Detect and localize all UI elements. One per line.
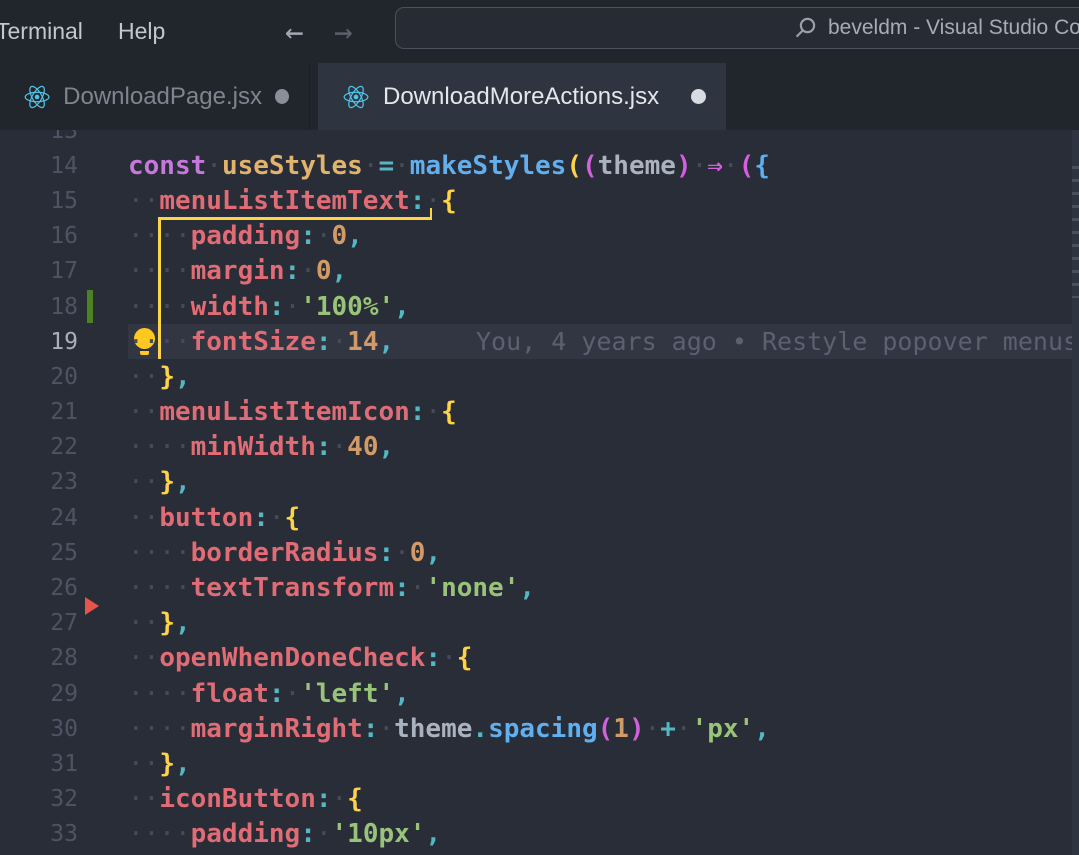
- line-number[interactable]: 25: [0, 535, 78, 570]
- tab-label: DownloadPage.jsx: [63, 83, 262, 111]
- code-text: ··openWhenDoneCheck:·{: [128, 641, 472, 676]
- code-text: ····borderRadius:·0,: [128, 535, 441, 570]
- code-line[interactable]: 29 ····float:·'left',: [0, 676, 1079, 711]
- code-line[interactable]: 14 const·useStyles·=·makeStyles((theme)·⇒…: [0, 148, 1079, 183]
- code-line[interactable]: 24 ··button:·{: [0, 500, 1079, 535]
- code-text: ····padding:·'10px',: [128, 817, 441, 852]
- code-text: const·useStyles·=·makeStyles((theme)·⇒·(…: [128, 148, 770, 183]
- code-text: ····float:·'left',: [128, 676, 410, 711]
- git-blame-annotation: You, 4 years ago • Restyle popover menus: [476, 324, 1078, 359]
- code-line[interactable]: 27 ··},: [0, 606, 1079, 641]
- code-text: ··button:·{: [128, 500, 300, 535]
- line-number[interactable]: 16: [0, 219, 78, 254]
- git-deleted-marker-icon[interactable]: [85, 597, 99, 615]
- code-text: ··},: [128, 606, 191, 641]
- code-line[interactable]: 22 ····minWidth:·40,: [0, 430, 1079, 465]
- search-text: beveldm - Visual Studio Code: [828, 16, 1079, 40]
- code-line[interactable]: 16 ····padding:·0,: [0, 219, 1079, 254]
- command-center-search[interactable]: beveldm - Visual Studio Code: [395, 7, 1079, 49]
- modified-dot-icon[interactable]: [691, 89, 706, 104]
- code-line[interactable]: 23 ··},: [0, 465, 1079, 500]
- minimap-marks: [1072, 166, 1079, 298]
- code-text: ····padding:·0,: [128, 219, 363, 254]
- code-line[interactable]: 32 ··iconButton:·{: [0, 782, 1079, 817]
- code-editor[interactable]: 1314 const·useStyles·=·makeStyles((theme)…: [0, 130, 1079, 855]
- git-added-gutter-bar: [87, 290, 93, 323]
- nav-forward-button[interactable]: →: [334, 0, 353, 63]
- code-line[interactable]: 26 ····textTransform:·'none',: [0, 570, 1079, 605]
- code-line[interactable]: 19 ····fontSize:·14, You, 4 years ago • Re…: [0, 324, 1079, 359]
- tab-downloadpage[interactable]: DownloadPage.jsx: [0, 63, 310, 130]
- line-number[interactable]: 31: [0, 746, 78, 781]
- code-content[interactable]: 1314 const·useStyles·=·makeStyles((theme)…: [0, 130, 1079, 852]
- code-text: ··},: [128, 359, 191, 394]
- code-text: ····margin:·0,: [128, 254, 347, 289]
- line-number[interactable]: 22: [0, 430, 78, 465]
- code-text: ····width:·'100%',: [128, 289, 410, 324]
- line-number[interactable]: 26: [0, 570, 78, 605]
- code-line[interactable]: 15 ··menuListItemText:·{: [0, 183, 1079, 218]
- line-number[interactable]: 20: [0, 359, 78, 394]
- bracket-guide-stub: [430, 208, 433, 219]
- modified-dot-icon[interactable]: [275, 89, 289, 104]
- bracket-guide-vertical: [158, 218, 161, 360]
- line-number[interactable]: 21: [0, 395, 78, 430]
- code-text: ··menuListItemText:·{: [128, 183, 457, 218]
- line-number[interactable]: 23: [0, 465, 78, 500]
- line-number[interactable]: 27: [0, 606, 78, 641]
- code-line[interactable]: 30 ····marginRight:·theme.spacing(1)·+·'p…: [0, 711, 1079, 746]
- menu-help[interactable]: Help: [108, 0, 175, 63]
- bracket-guide-horizontal: [158, 217, 432, 220]
- code-text: ····textTransform:·'none',: [128, 570, 535, 605]
- line-number[interactable]: 15: [0, 183, 78, 218]
- code-line[interactable]: 17 ····margin:·0,: [0, 254, 1079, 289]
- react-icon: [342, 84, 370, 110]
- line-number[interactable]: 33: [0, 817, 78, 852]
- code-line[interactable]: 13: [0, 130, 1079, 148]
- code-text: ··},: [128, 465, 191, 500]
- line-number[interactable]: 18: [0, 289, 78, 324]
- code-line[interactable]: 18 ····width:·'100%',: [0, 289, 1079, 324]
- code-text: ····fontSize:·14,: [128, 324, 394, 359]
- line-number[interactable]: 13: [0, 130, 78, 148]
- code-text: ····marginRight:·theme.spacing(1)·+·'px'…: [128, 711, 770, 746]
- line-number[interactable]: 24: [0, 500, 78, 535]
- line-number[interactable]: 29: [0, 676, 78, 711]
- menu-terminal[interactable]: Terminal: [0, 0, 93, 63]
- line-number[interactable]: 17: [0, 254, 78, 289]
- code-text: ··},: [128, 746, 191, 781]
- line-number[interactable]: 30: [0, 711, 78, 746]
- tabstrip: DownloadPage.jsx DownloadMoreActions.jsx: [0, 63, 1079, 130]
- code-line[interactable]: 28 ··openWhenDoneCheck:·{: [0, 641, 1079, 676]
- code-line[interactable]: 25 ····borderRadius:·0,: [0, 535, 1079, 570]
- vscode-window: { "window": { "menus": [ {"label": "Term…: [0, 0, 1079, 855]
- search-icon: [794, 16, 817, 39]
- tab-label: DownloadMoreActions.jsx: [383, 83, 659, 111]
- line-number[interactable]: 32: [0, 782, 78, 817]
- line-number[interactable]: 19: [0, 324, 78, 359]
- code-text: ··iconButton:·{: [128, 782, 363, 817]
- nav-back-button[interactable]: ←: [285, 0, 304, 63]
- tab-downloadmoreactions[interactable]: DownloadMoreActions.jsx: [318, 63, 726, 130]
- code-line[interactable]: 31 ··},: [0, 746, 1079, 781]
- line-number[interactable]: 28: [0, 641, 78, 676]
- code-line[interactable]: 21 ··menuListItemIcon:·{: [0, 395, 1079, 430]
- code-text: ··menuListItemIcon:·{: [128, 395, 457, 430]
- react-icon: [24, 84, 50, 110]
- line-number[interactable]: 14: [0, 148, 78, 183]
- minimap[interactable]: [1072, 130, 1079, 855]
- code-line[interactable]: 33 ····padding:·'10px',: [0, 817, 1079, 852]
- code-text: ····minWidth:·40,: [128, 430, 394, 465]
- titlebar: Terminal Help ← → beveldm - Visual Studi…: [0, 0, 1079, 63]
- code-line[interactable]: 20 ··},: [0, 359, 1079, 394]
